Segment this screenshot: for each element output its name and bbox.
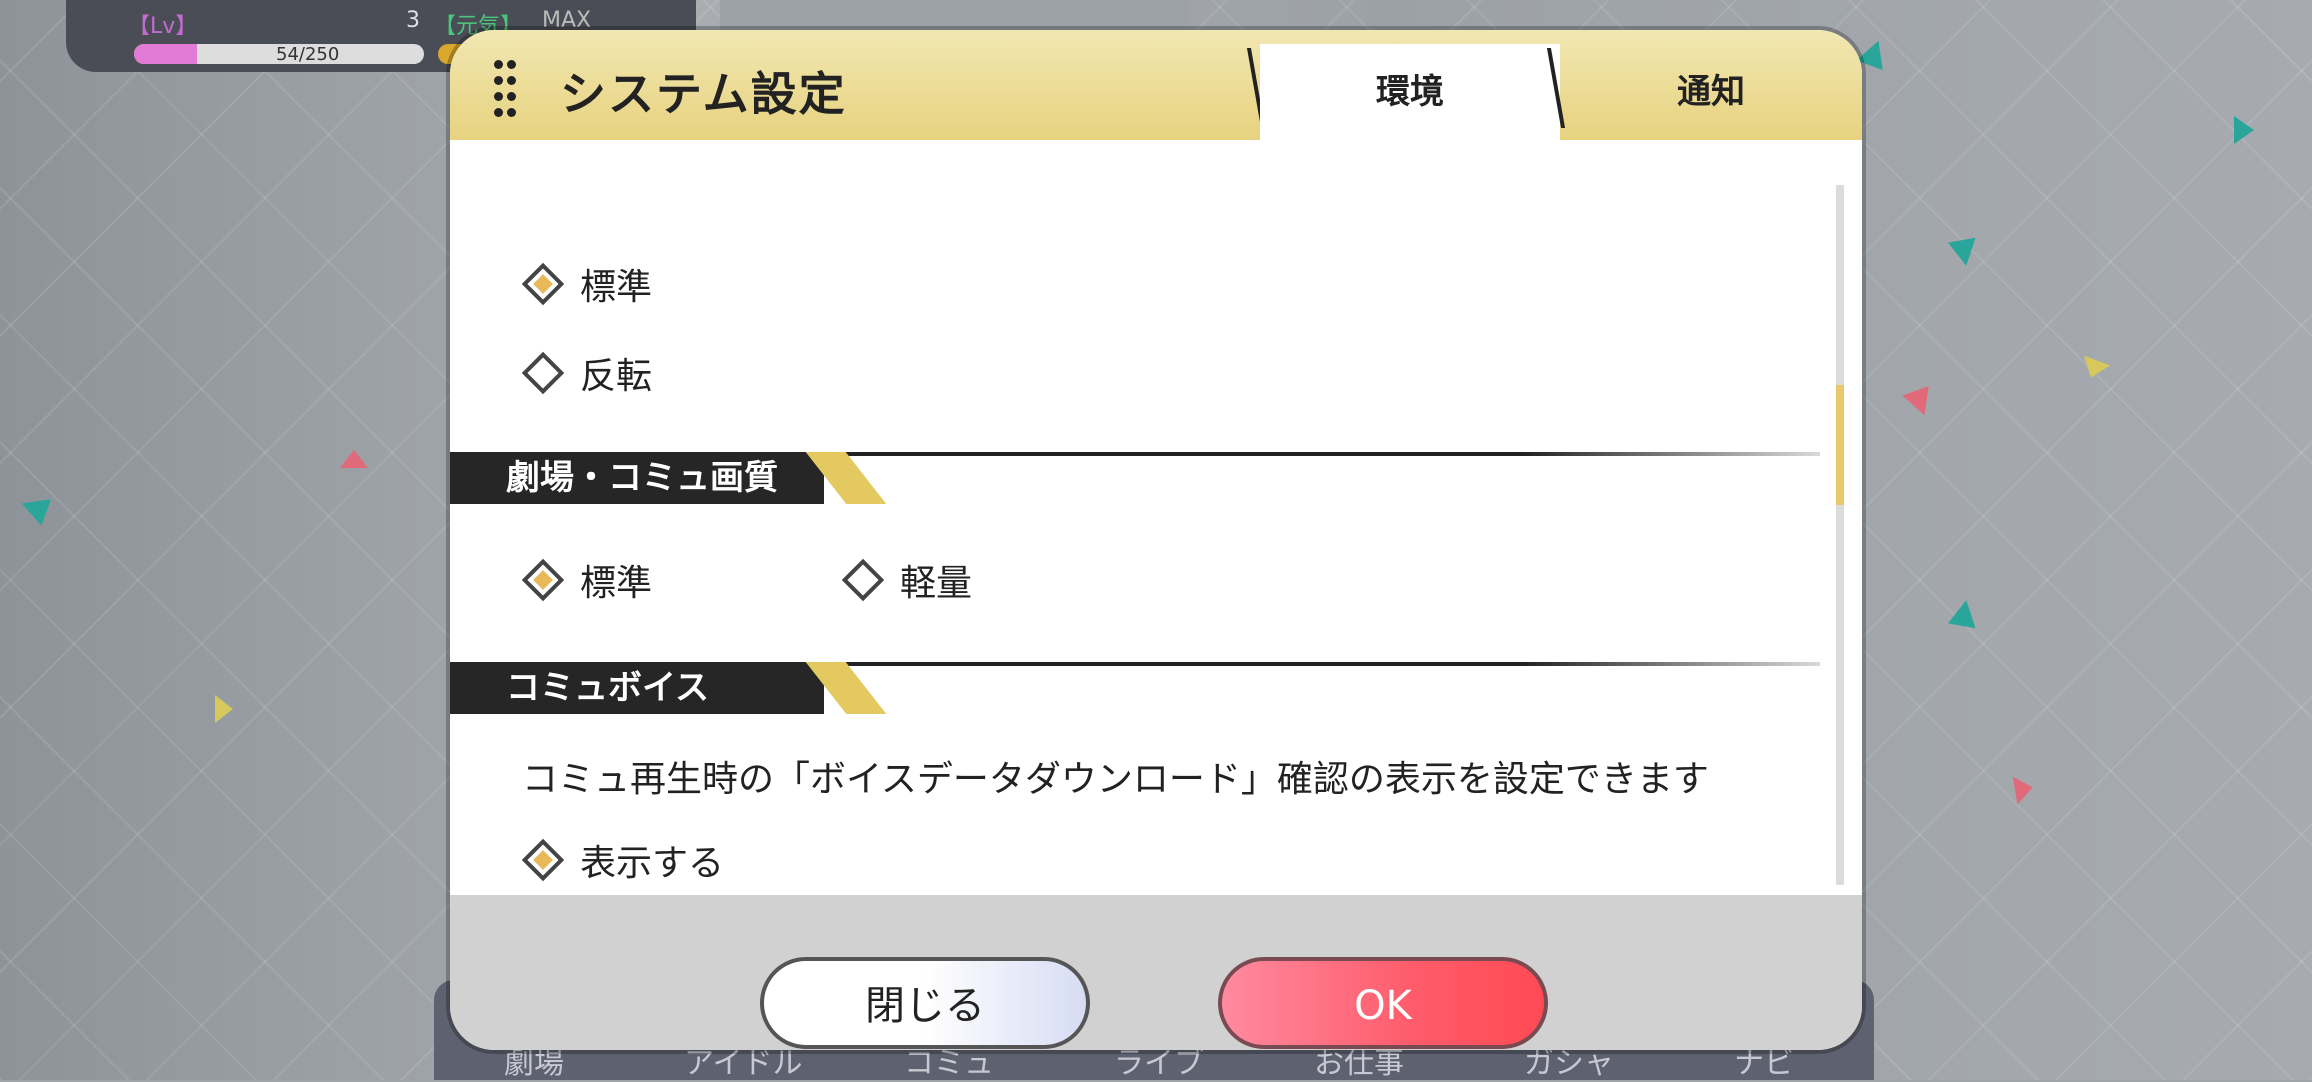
option-reverse[interactable]: 反転 (521, 347, 653, 399)
option-standard-orientation[interactable]: 標準 (521, 258, 653, 310)
confetti-shape (1947, 597, 1981, 629)
section-title: 劇場・コミュ画質 (450, 452, 824, 504)
radio-selected-icon (521, 838, 565, 882)
confetti-shape (1947, 237, 1981, 269)
drag-handle-icon[interactable] (494, 60, 516, 118)
section-title: コミュボイス (450, 662, 824, 714)
radio-unselected-icon (521, 351, 565, 395)
radio-selected-icon (521, 262, 565, 306)
section-header-quality: 劇場・コミュ画質 (450, 452, 1862, 504)
dialog-footer: 閉じる OK (450, 895, 1862, 1050)
option-voice-show[interactable]: 表示する (521, 834, 725, 886)
radio-selected-icon (521, 558, 565, 602)
voice-description: コミュ再生時の「ボイスデータダウンロード」確認の表示を設定できます (522, 759, 1709, 800)
dialog-title: システム設定 (560, 67, 847, 121)
confetti-shape (340, 450, 368, 468)
option-label: 軽量 (900, 563, 973, 604)
option-label: 標準 (580, 563, 653, 604)
close-button[interactable]: 閉じる (760, 957, 1090, 1049)
section-divider (830, 662, 1820, 666)
option-label: 反転 (580, 356, 653, 397)
system-settings-dialog: システム設定 環境 通知 標準 反転 劇場・コミュ画質 標準 軽量 コミュボイス… (450, 30, 1862, 1050)
tab-environment[interactable]: 環境 (1260, 44, 1560, 140)
dialog-header: システム設定 環境 通知 (450, 30, 1862, 140)
scrollbar-track[interactable] (1836, 185, 1844, 885)
option-quality-standard[interactable]: 標準 (521, 554, 653, 606)
level-label: 【Lv】 (128, 14, 198, 39)
level-value: 3 (406, 8, 420, 33)
scrollbar-thumb[interactable] (1836, 385, 1844, 505)
confetti-shape (2234, 116, 2254, 144)
section-header-voice: コミュボイス (450, 662, 1862, 714)
option-label: 表示する (580, 843, 725, 884)
exp-text: 54/250 (276, 44, 340, 65)
confetti-shape (215, 695, 233, 723)
section-divider (830, 452, 1820, 456)
radio-unselected-icon (841, 558, 885, 602)
option-label: 標準 (580, 267, 653, 308)
tab-notification[interactable]: 通知 (1560, 44, 1862, 140)
exp-bar-fill (134, 44, 197, 64)
settings-content: 標準 反転 劇場・コミュ画質 標準 軽量 コミュボイス コミュ再生時の「ボイスデ… (450, 140, 1862, 925)
option-quality-light[interactable]: 軽量 (841, 554, 973, 606)
ok-button[interactable]: OK (1218, 957, 1548, 1049)
